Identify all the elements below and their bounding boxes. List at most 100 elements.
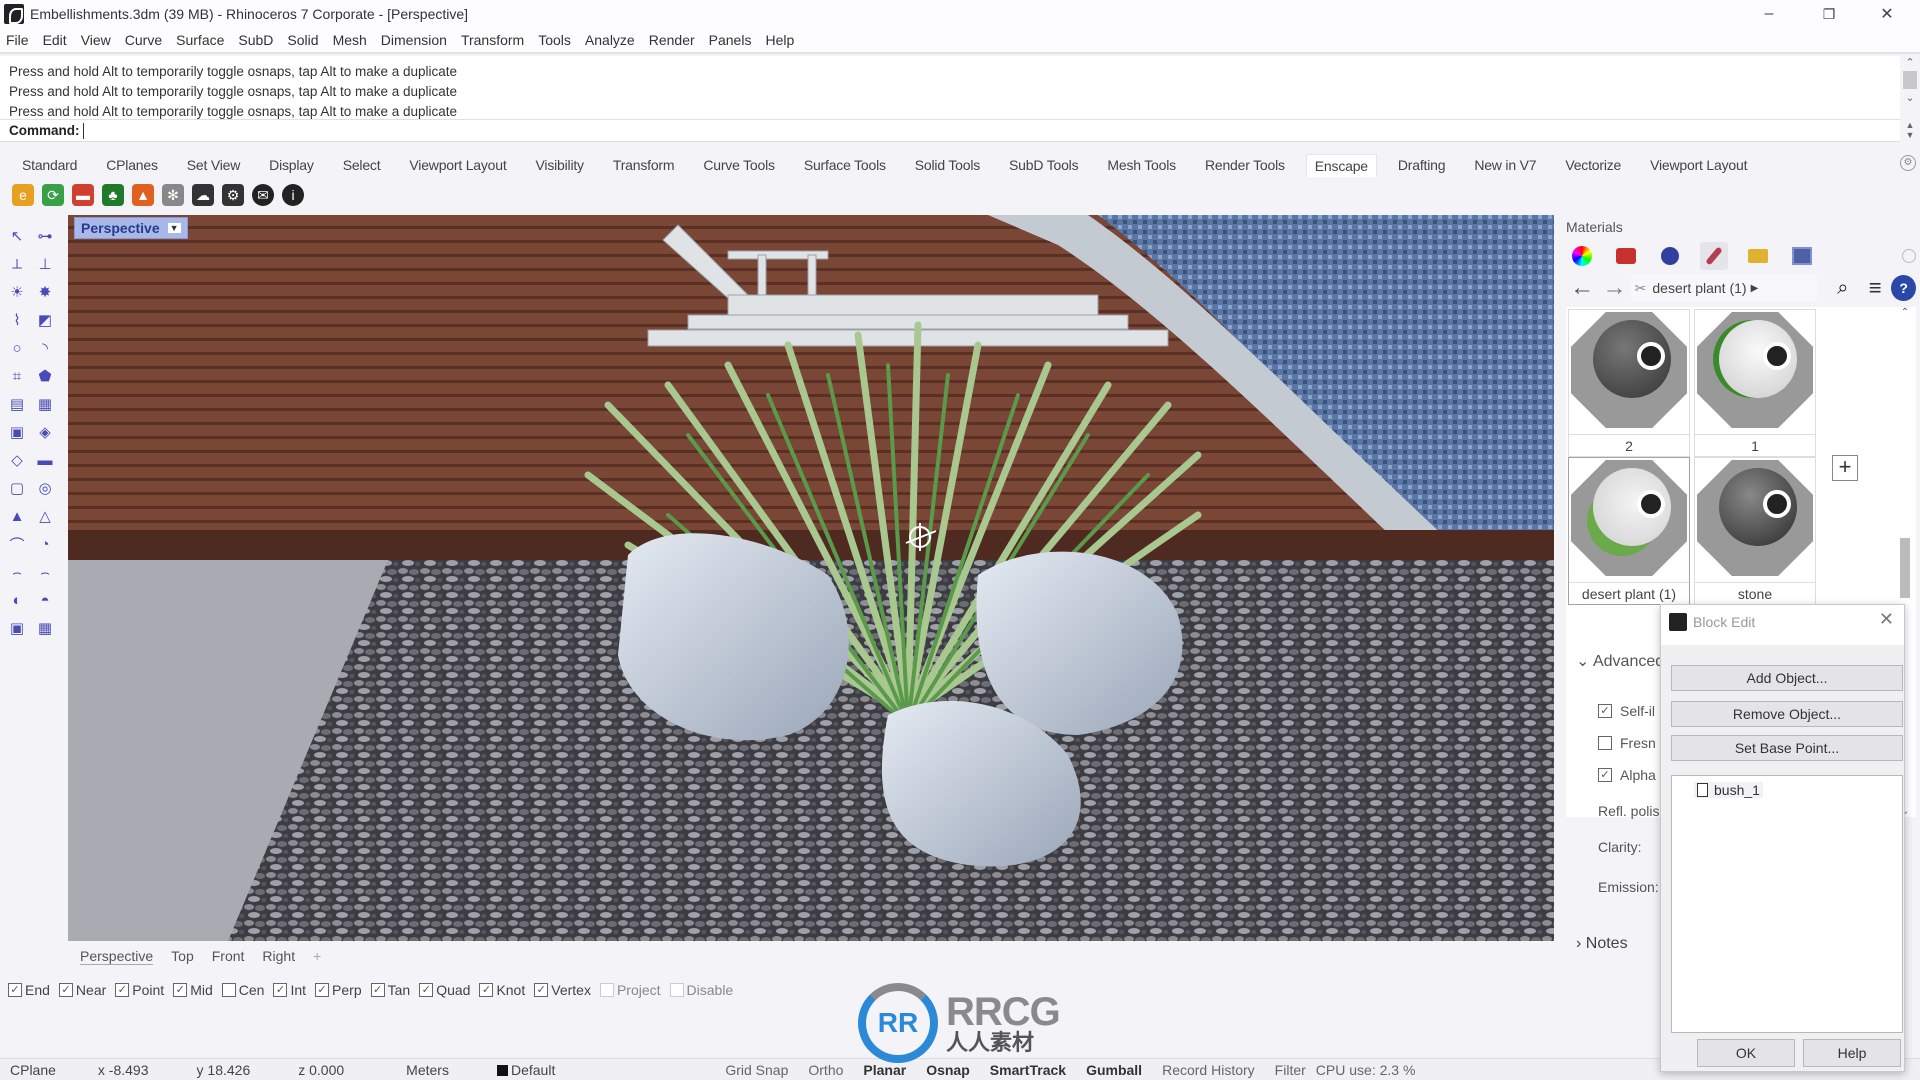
pyramid-icon[interactable]: △ bbox=[34, 505, 56, 527]
loft-icon[interactable]: ◇ bbox=[6, 449, 28, 471]
cplane-label[interactable]: CPlane bbox=[0, 1062, 66, 1078]
dialog-close-icon[interactable]: ✕ bbox=[1879, 609, 1894, 630]
osnap-end-checkbox[interactable]: ✓ bbox=[8, 983, 22, 997]
menu-icon[interactable]: ≡ bbox=[1859, 275, 1891, 301]
tab-drafting[interactable]: Drafting bbox=[1398, 157, 1446, 173]
add-object-button[interactable]: Add Object... bbox=[1671, 665, 1903, 691]
perspective-viewport[interactable]: Perspective ▼ bbox=[68, 215, 1554, 941]
menu-render[interactable]: Render bbox=[649, 32, 695, 48]
prop-fresn[interactable]: Fresn bbox=[1598, 735, 1656, 751]
help-icon[interactable]: ? bbox=[1891, 275, 1917, 301]
toggle-osnap[interactable]: Osnap bbox=[916, 1062, 980, 1078]
texture-icon[interactable]: ▬ bbox=[34, 449, 56, 471]
toggle-grid-snap[interactable]: Grid Snap bbox=[715, 1062, 798, 1078]
osnap-vertex[interactable]: ✓ Vertex bbox=[534, 982, 591, 998]
enscape-asset-library-icon[interactable]: ♣ bbox=[102, 184, 124, 206]
block-objects-list[interactable]: bush_1 bbox=[1671, 775, 1903, 1033]
sweep1-icon[interactable]: ⌢ bbox=[6, 561, 28, 583]
menu-solid[interactable]: Solid bbox=[287, 32, 318, 48]
box-icon[interactable]: ◈ bbox=[34, 421, 56, 443]
panel-options-icon[interactable] bbox=[1902, 249, 1916, 263]
color-wheel-icon[interactable] bbox=[1568, 242, 1596, 270]
units-label[interactable]: Meters bbox=[396, 1062, 459, 1078]
filter-button[interactable]: Filter bbox=[1265, 1062, 1316, 1078]
prop-alpha[interactable]: ✓ Alpha bbox=[1598, 767, 1656, 783]
light-icon[interactable]: ☀ bbox=[6, 281, 28, 303]
tab-mesh-tools[interactable]: Mesh Tools bbox=[1107, 157, 1176, 173]
tab-viewport-layout[interactable]: Viewport Layout bbox=[409, 157, 506, 173]
sweep2-icon[interactable]: ⌢ bbox=[34, 561, 56, 583]
osnap-vertex-checkbox[interactable]: ✓ bbox=[534, 983, 549, 997]
material-thumbnail[interactable]: 1 bbox=[1694, 309, 1816, 457]
materials-library-icon[interactable] bbox=[1612, 242, 1640, 270]
polyline-icon[interactable]: ⟂ bbox=[6, 253, 28, 275]
tab-transform[interactable]: Transform bbox=[613, 157, 675, 173]
menu-curve[interactable]: Curve bbox=[125, 32, 162, 48]
viewport-tab-front[interactable]: Front bbox=[212, 948, 245, 964]
menu-file[interactable]: File bbox=[6, 32, 29, 48]
extrude-icon[interactable]: ▣ bbox=[6, 421, 28, 443]
notes-section-header[interactable]: › Notes bbox=[1576, 935, 1628, 953]
osnap-near[interactable]: ✓ Near bbox=[58, 982, 106, 998]
environments-icon[interactable] bbox=[1656, 242, 1684, 270]
osnap-knot[interactable]: ✓ Knot bbox=[479, 982, 525, 998]
osnap-perp[interactable]: ✓ Perp bbox=[315, 982, 362, 998]
fillet-icon[interactable]: ◔ bbox=[34, 533, 56, 555]
line-icon[interactable]: ⊥ bbox=[34, 253, 56, 275]
help-button[interactable]: Help bbox=[1803, 1039, 1901, 1067]
search-icon[interactable]: ⌕ bbox=[1827, 277, 1859, 300]
toggle-gumball[interactable]: Gumball bbox=[1076, 1062, 1152, 1078]
tab-display[interactable]: Display bbox=[269, 157, 314, 173]
osnap-cen-checkbox[interactable] bbox=[221, 983, 236, 997]
advanced-section-header[interactable]: ⌄ Advanced bbox=[1576, 651, 1664, 671]
osnap-quad-checkbox[interactable]: ✓ bbox=[419, 983, 434, 997]
enscape-about-icon[interactable]: i bbox=[282, 184, 304, 206]
osnap-quad[interactable]: ✓ Quad bbox=[419, 982, 470, 998]
layer-selector[interactable]: Default bbox=[487, 1062, 565, 1078]
osnap-knot-checkbox[interactable]: ✓ bbox=[479, 983, 494, 997]
add-viewport-tab-button[interactable]: + bbox=[313, 948, 321, 964]
solid-icon[interactable]: ▢ bbox=[6, 477, 28, 499]
osnap-tan[interactable]: ✓ Tan bbox=[370, 982, 410, 998]
tab-set-view[interactable]: Set View bbox=[187, 157, 241, 173]
pipe-icon[interactable]: ⌒ bbox=[6, 533, 28, 555]
tab-subd-tools[interactable]: SubD Tools bbox=[1009, 157, 1079, 173]
minimize-button[interactable]: – bbox=[1746, 0, 1792, 28]
menu-help[interactable]: Help bbox=[765, 32, 794, 48]
tab-new-in-v7[interactable]: New in V7 bbox=[1474, 157, 1536, 173]
tab-standard[interactable]: Standard bbox=[22, 157, 77, 173]
menu-edit[interactable]: Edit bbox=[43, 32, 67, 48]
tab-surface-tools[interactable]: Surface Tools bbox=[804, 157, 886, 173]
viewport-tab-top[interactable]: Top bbox=[171, 948, 194, 964]
block-icon[interactable]: ▣ bbox=[6, 617, 28, 639]
curve-icon[interactable]: ⌇ bbox=[6, 309, 28, 331]
tab-visibility[interactable]: Visibility bbox=[536, 157, 585, 173]
osnap-disable[interactable]: Disable bbox=[669, 982, 733, 998]
prop-checkbox[interactable]: ✓ bbox=[1598, 704, 1612, 718]
viewport-menu-chevron-icon[interactable]: ▼ bbox=[167, 223, 181, 233]
scroll-up-icon[interactable]: ⌃ bbox=[1900, 56, 1920, 69]
material-thumbnail[interactable]: desert plant (1) bbox=[1568, 457, 1690, 605]
dome-icon[interactable]: ◓ bbox=[34, 589, 56, 611]
revolve-icon[interactable]: ◐ bbox=[6, 589, 28, 611]
boolean-icon[interactable]: ◎ bbox=[34, 477, 56, 499]
tab-options-gear-icon[interactable]: ⚙ bbox=[1900, 155, 1916, 171]
osnap-point-checkbox[interactable]: ✓ bbox=[115, 983, 130, 997]
osnap-cen[interactable]: Cen bbox=[221, 982, 264, 998]
osnap-project-checkbox[interactable] bbox=[599, 983, 614, 997]
osnap-end[interactable]: ✓ End bbox=[8, 982, 50, 998]
forward-arrow-icon[interactable]: → bbox=[1598, 274, 1630, 302]
circle-icon[interactable]: ○ bbox=[6, 337, 28, 359]
osnap-disable-checkbox[interactable] bbox=[669, 983, 684, 997]
scroll-down-icon[interactable]: ⌄ bbox=[1900, 91, 1920, 104]
toggle-smarttrack[interactable]: SmartTrack bbox=[980, 1062, 1076, 1078]
material-thumbnail[interactable]: 2 bbox=[1568, 309, 1690, 457]
toggle-record-history[interactable]: Record History bbox=[1152, 1062, 1265, 1078]
osnap-near-checkbox[interactable]: ✓ bbox=[58, 983, 73, 997]
toggle-planar[interactable]: Planar bbox=[853, 1062, 916, 1078]
menu-transform[interactable]: Transform bbox=[461, 32, 524, 48]
menu-view[interactable]: View bbox=[81, 32, 111, 48]
close-button[interactable]: ✕ bbox=[1864, 0, 1910, 28]
arc-icon[interactable]: ◝ bbox=[34, 337, 56, 359]
cone-icon[interactable]: ▲ bbox=[6, 505, 28, 527]
